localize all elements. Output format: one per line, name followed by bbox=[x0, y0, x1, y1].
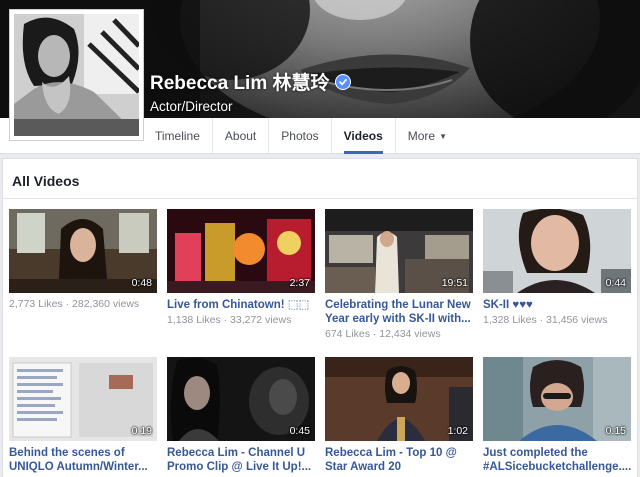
video-duration: 0:19 bbox=[131, 425, 152, 437]
video-duration: 19:51 bbox=[441, 277, 468, 289]
video-thumbnail[interactable]: 0:44 bbox=[483, 209, 631, 293]
video-thumbnail[interactable]: 0:48 bbox=[9, 209, 157, 293]
video-stats: 1,138 Likes · 33,272 views bbox=[167, 314, 292, 326]
name-row: Rebecca Lim 林慧玲 bbox=[150, 68, 351, 95]
profile-photo bbox=[14, 14, 139, 136]
tab-photos[interactable]: Photos bbox=[269, 118, 332, 154]
video-card: 2:37 Live from Chinatown! ⬚⬚ 1,138 Likes… bbox=[167, 209, 315, 326]
video-thumbnail[interactable]: 1:02 bbox=[325, 357, 473, 441]
profile-picture[interactable] bbox=[9, 9, 144, 141]
video-title-link[interactable]: Just completed the #ALSicebucketchalleng… bbox=[483, 446, 631, 474]
video-title-link[interactable]: Rebecca Lim - Top 10 @ Star Award 20 bbox=[325, 446, 473, 474]
tab-label: Timeline bbox=[155, 129, 200, 143]
video-card: 0:19 Behind the scenes of UNIQLO Autumn/… bbox=[9, 357, 157, 476]
tab-more[interactable]: More ▼ bbox=[396, 118, 459, 154]
video-thumbnail[interactable]: 2:37 bbox=[167, 209, 315, 293]
tab-label: Videos bbox=[343, 129, 383, 143]
video-duration: 0:15 bbox=[605, 425, 626, 437]
video-thumbnail[interactable]: 19:51 bbox=[325, 209, 473, 293]
video-title-link[interactable]: Behind the scenes of UNIQLO Autumn/Winte… bbox=[9, 446, 157, 474]
video-thumbnail[interactable]: 0:15 bbox=[483, 357, 631, 441]
tab-label: About bbox=[224, 129, 257, 143]
video-card: 0:48 2,773 Likes · 282,360 views bbox=[9, 209, 157, 310]
video-duration: 1:02 bbox=[447, 425, 468, 437]
caret-down-icon: ▼ bbox=[439, 131, 448, 141]
video-card: 0:15 Just completed the #ALSicebucketcha… bbox=[483, 357, 631, 476]
video-title-link[interactable]: Rebecca Lim - Channel U Promo Clip @ Liv… bbox=[167, 446, 315, 474]
video-title-link[interactable]: Celebrating the Lunar New Year early wit… bbox=[325, 298, 473, 326]
tab-timeline[interactable]: Timeline bbox=[143, 118, 213, 154]
verified-badge-icon bbox=[334, 73, 351, 90]
video-stats: 674 Likes · 12,434 views bbox=[325, 328, 441, 340]
page-name[interactable]: Rebecca Lim 林慧玲 bbox=[150, 68, 330, 95]
profile-header: Rebecca Lim 林慧玲 Actor/Director bbox=[150, 68, 351, 114]
videos-panel: All Videos 0:48 2,773 Likes · 282,360 vi… bbox=[2, 158, 638, 477]
video-stats: 2,773 Likes · 282,360 views bbox=[9, 298, 140, 310]
video-thumbnail[interactable]: 0:45 bbox=[167, 357, 315, 441]
video-title-link[interactable]: SK-II ♥♥♥ bbox=[483, 298, 631, 312]
video-card: 1:02 Rebecca Lim - Top 10 @ Star Award 2… bbox=[325, 357, 473, 476]
video-title-link[interactable]: Live from Chinatown! ⬚⬚ bbox=[167, 298, 315, 312]
page: Rebecca Lim 林慧玲 Actor/Director Timeline … bbox=[0, 0, 640, 477]
video-card: 0:44 SK-II ♥♥♥ 1,328 Likes · 31,456 view… bbox=[483, 209, 631, 326]
tab-label: More bbox=[407, 129, 436, 143]
page-category[interactable]: Actor/Director bbox=[150, 99, 351, 114]
video-duration: 0:45 bbox=[289, 425, 310, 437]
tab-videos[interactable]: Videos bbox=[332, 118, 396, 154]
video-card: 19:51 Celebrating the Lunar New Year ear… bbox=[325, 209, 473, 340]
video-stats: 1,328 Likes · 31,456 views bbox=[483, 314, 608, 326]
video-card: 0:45 Rebecca Lim - Channel U Promo Clip … bbox=[167, 357, 315, 476]
video-thumbnail[interactable]: 0:19 bbox=[9, 357, 157, 441]
video-duration: 0:44 bbox=[605, 277, 626, 289]
section-title: All Videos bbox=[3, 159, 637, 199]
tab-label: Photos bbox=[281, 129, 319, 143]
video-duration: 0:48 bbox=[131, 277, 152, 289]
page-tabs: Timeline About Photos Videos More ▼ bbox=[143, 118, 459, 154]
tab-about[interactable]: About bbox=[213, 118, 270, 154]
video-duration: 2:37 bbox=[289, 277, 310, 289]
